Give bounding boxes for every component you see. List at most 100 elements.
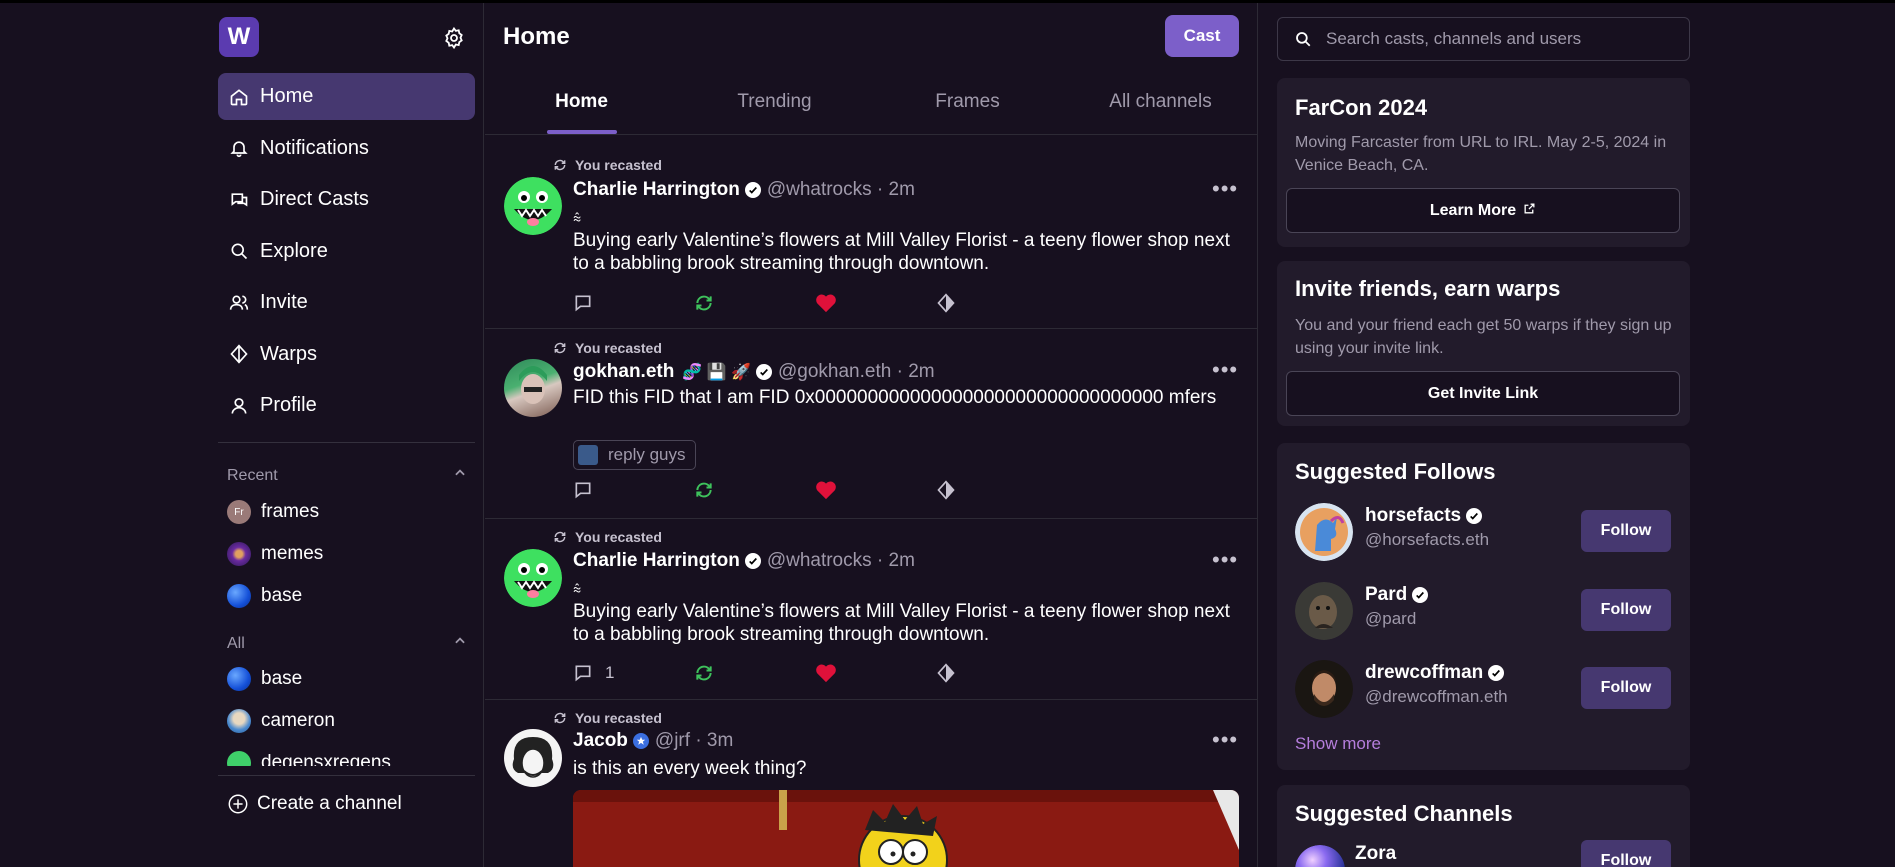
author-name: Charlie Harrington: [573, 550, 740, 571]
like-button[interactable]: [815, 663, 837, 683]
like-button[interactable]: [815, 293, 837, 313]
cast-image[interactable]: [573, 790, 1239, 867]
cast-item[interactable]: You recasted gokhan.eth 🧬 💾 🚀 @gokhan.et…: [485, 329, 1257, 519]
user-handle: @drewcoffman.eth: [1365, 687, 1508, 706]
follow-button[interactable]: Follow: [1581, 510, 1671, 552]
channel-item-cameron[interactable]: cameron: [227, 700, 467, 742]
chevron-up-icon[interactable]: [453, 634, 467, 653]
nav-item-notifications[interactable]: Notifications: [218, 125, 475, 172]
recast-icon: [553, 530, 567, 544]
channel-chip[interactable]: reply guys: [573, 440, 697, 470]
recent-header[interactable]: Recent: [227, 466, 467, 485]
cast-button[interactable]: Cast: [1165, 15, 1239, 57]
tab-home[interactable]: Home: [485, 69, 678, 134]
channel-item-frames[interactable]: Fr frames: [227, 491, 467, 533]
show-more-link[interactable]: Show more: [1295, 734, 1381, 754]
create-channel-label: Create a channel: [257, 793, 402, 814]
avatar[interactable]: [1295, 503, 1353, 561]
more-options-icon[interactable]: •••: [1212, 357, 1238, 383]
bell-icon: [228, 137, 250, 159]
cast-actions: 1: [573, 663, 973, 685]
channel-item-degensxregens[interactable]: degensxregens: [227, 742, 467, 766]
user-name[interactable]: drewcoffman: [1365, 662, 1505, 684]
user-name-text: Pard: [1365, 584, 1408, 605]
suggested-user-row[interactable]: drewcoffman @drewcoffman.eth Follow: [1295, 660, 1675, 720]
avatar[interactable]: [504, 359, 562, 417]
avatar[interactable]: [504, 729, 562, 787]
channel-avatar: [227, 751, 251, 766]
nav-item-profile[interactable]: Profile: [218, 382, 475, 429]
cast-item[interactable]: You recasted Jacob @jrf · 3m ••• is this…: [485, 700, 1257, 867]
diamond-icon: [937, 293, 955, 313]
all-title: All: [227, 634, 245, 652]
recast-button[interactable]: [694, 663, 714, 683]
tab-frames[interactable]: Frames: [871, 69, 1064, 134]
verified-badge-icon: [744, 182, 761, 198]
follow-button[interactable]: Follow: [1581, 840, 1671, 867]
channel-item-base[interactable]: base: [227, 658, 467, 700]
channel-name[interactable]: Zora: [1355, 843, 1396, 865]
channel-label: base: [261, 668, 303, 689]
user-handle: @pard: [1365, 609, 1417, 628]
reply-button[interactable]: [573, 480, 603, 500]
cast-actions: [573, 480, 973, 502]
card-title: Suggested Follows: [1295, 459, 1496, 484]
channel-label: cameron: [261, 710, 335, 731]
user-icon: [228, 395, 250, 417]
create-channel-button[interactable]: Create a channel: [227, 793, 402, 815]
channel-avatar: [227, 709, 251, 733]
recast-button[interactable]: [694, 480, 714, 500]
user-name[interactable]: Pard: [1365, 584, 1429, 606]
nav-label: Explore: [260, 239, 328, 262]
follow-button[interactable]: Follow: [1581, 589, 1671, 631]
tip-button[interactable]: [936, 293, 956, 313]
tip-button[interactable]: [936, 663, 956, 683]
like-button[interactable]: [815, 480, 837, 500]
all-header[interactable]: All: [227, 634, 467, 653]
more-options-icon[interactable]: •••: [1212, 176, 1238, 202]
channel-label: memes: [261, 543, 324, 564]
chevron-up-icon[interactable]: [453, 466, 467, 485]
nav-item-invite[interactable]: Invite: [218, 279, 475, 326]
tab-all-channels[interactable]: All channels: [1064, 69, 1257, 134]
learn-more-button[interactable]: Learn More: [1286, 188, 1680, 233]
avatar[interactable]: [1295, 660, 1353, 718]
verified-badge-icon: [1488, 665, 1505, 681]
cast-author[interactable]: Charlie Harrington @whatrocks · 2m: [573, 179, 915, 201]
user-name[interactable]: horsefacts: [1365, 505, 1483, 527]
channel-item-memes[interactable]: memes: [227, 533, 467, 575]
avatar[interactable]: [1295, 582, 1353, 640]
channel-item-base[interactable]: base: [227, 575, 467, 617]
suggested-user-row[interactable]: Pard @pard Follow: [1295, 582, 1675, 642]
cast-item[interactable]: You recasted Charlie Harrington @whatroc…: [485, 519, 1257, 700]
tip-button[interactable]: [936, 480, 956, 500]
cast-author[interactable]: Charlie Harrington @whatrocks · 2m: [573, 550, 915, 572]
reply-button[interactable]: 1: [573, 663, 614, 683]
avatar[interactable]: [504, 177, 562, 235]
cast-author[interactable]: gokhan.eth 🧬 💾 🚀 @gokhan.eth · 2m: [573, 361, 935, 383]
suggested-user-row[interactable]: horsefacts @horsefacts.eth Follow: [1295, 503, 1675, 563]
suggested-channel-row[interactable]: Zora Follow: [1295, 840, 1675, 867]
avatar[interactable]: [1295, 845, 1345, 867]
avatar[interactable]: [504, 549, 562, 607]
nav-item-direct-casts[interactable]: Direct Casts: [218, 176, 475, 223]
reply-button[interactable]: [573, 293, 603, 313]
more-options-icon[interactable]: •••: [1212, 727, 1238, 753]
search-input[interactable]: Search casts, channels and users: [1277, 17, 1690, 61]
recast-label: You recasted: [575, 710, 662, 726]
nav-item-warps[interactable]: Warps: [218, 331, 475, 378]
cast-item[interactable]: You recasted Charlie Harrington @whatroc…: [485, 146, 1257, 329]
users-icon: [228, 292, 250, 314]
warpcast-logo[interactable]: W: [219, 17, 259, 57]
follow-button[interactable]: Follow: [1581, 667, 1671, 709]
cast-author[interactable]: Jacob @jrf · 3m: [573, 730, 733, 752]
get-invite-link-button[interactable]: Get Invite Link: [1286, 371, 1680, 416]
tab-trending[interactable]: Trending: [678, 69, 871, 134]
nav-item-home[interactable]: Home: [218, 73, 475, 120]
author-name: Charlie Harrington: [573, 179, 740, 200]
gear-icon[interactable]: [442, 26, 466, 50]
recast-icon: [696, 295, 712, 311]
more-options-icon[interactable]: •••: [1212, 547, 1238, 573]
recast-button[interactable]: [694, 293, 714, 313]
nav-item-explore[interactable]: Explore: [218, 228, 475, 275]
